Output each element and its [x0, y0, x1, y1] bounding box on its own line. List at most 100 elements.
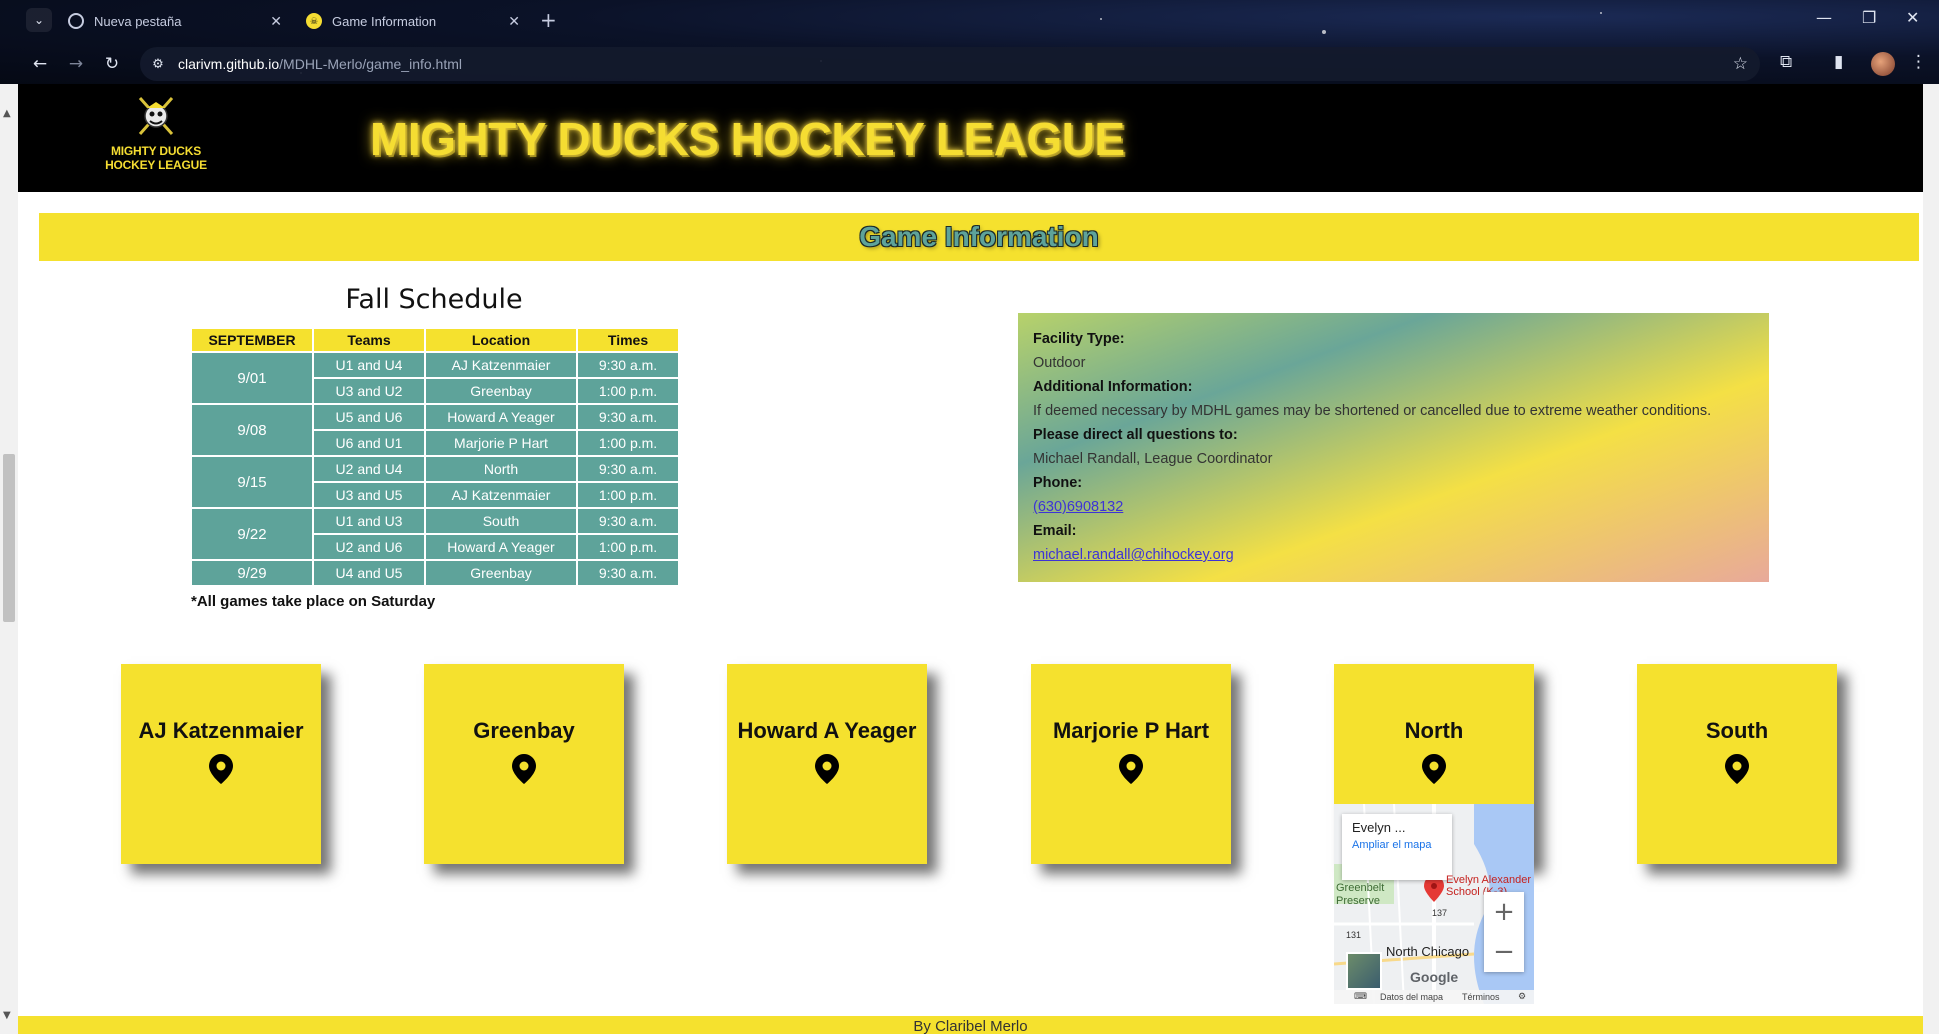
page-title-banner: Game Information — [39, 213, 1919, 261]
back-icon[interactable]: ← — [26, 50, 54, 78]
side-panel-icon[interactable]: ▮ — [1834, 52, 1843, 72]
time-cell: 1:00 p.m. — [576, 533, 680, 561]
profile-avatar[interactable] — [1871, 52, 1895, 76]
map-satellite-toggle[interactable] — [1346, 952, 1382, 990]
table-row: 9/08 U5 and U6 Howard A Yeager 9:30 a.m. — [190, 403, 680, 457]
time-cell: 9:30 a.m. — [576, 455, 680, 483]
location-cell: South — [424, 507, 578, 535]
schedule-title: Fall Schedule — [345, 284, 523, 315]
scroll-down-icon[interactable]: ▼ — [3, 1010, 11, 1021]
location-name: Greenbay — [473, 718, 575, 743]
map-pin-icon[interactable] — [512, 754, 536, 784]
map-city-label: North Chicago — [1386, 944, 1470, 959]
tab-game-information[interactable]: ☠ Game Information ✕ — [296, 6, 528, 36]
teams-cell: U5 and U6 — [312, 403, 426, 431]
restore-icon[interactable]: ❐ — [1862, 8, 1876, 27]
teams-cell: U6 and U1 — [312, 429, 426, 457]
facility-type-value: Outdoor — [1033, 355, 1086, 371]
chrome-icon — [68, 13, 84, 29]
close-icon[interactable]: ✕ — [270, 13, 282, 30]
google-logo: Google — [1410, 969, 1459, 985]
location-cell: AJ Katzenmaier — [424, 351, 578, 379]
location-card-south[interactable]: South — [1637, 664, 1837, 864]
map-popup-title: Evelyn ... — [1352, 820, 1406, 835]
location-card-marjorie-p-hart[interactable]: Marjorie P Hart — [1031, 664, 1231, 864]
table-row: 9/01 U1 and U4 AJ Katzenmaier 9:30 a.m. — [190, 351, 680, 405]
map-settings-icon[interactable]: ⚙ — [1518, 991, 1526, 1002]
date-cell: 9/22 — [190, 507, 314, 561]
scrollbar[interactable]: ▲ ▼ — [0, 84, 18, 1034]
map-pin-icon[interactable] — [209, 754, 233, 784]
email-label: Email: — [1033, 523, 1077, 539]
date-cell: 9/29 — [190, 559, 314, 587]
map-data-link[interactable]: Datos del mapa — [1380, 992, 1443, 1002]
forward-icon[interactable]: → — [62, 50, 90, 78]
zoom-in-button[interactable]: + — [1484, 892, 1524, 932]
phone-link[interactable]: (630)6908132 — [1033, 499, 1123, 515]
email-link[interactable]: michael.randall@chihockey.org — [1033, 547, 1234, 563]
time-cell: 9:30 a.m. — [576, 351, 680, 379]
embedded-map[interactable]: Evelyn ... Ampliar el mapa Evelyn Alexan… — [1334, 804, 1534, 1004]
time-cell: 1:00 p.m. — [576, 429, 680, 457]
reload-icon[interactable]: ↻ — [98, 50, 126, 78]
site-logo[interactable]: MIGHTY DUCKS HOCKEY LEAGUE — [100, 94, 212, 184]
keyboard-icon[interactable]: ⌨ — [1354, 991, 1367, 1002]
extensions-icon[interactable]: ⧉ — [1780, 52, 1792, 72]
location-cell: Greenbay — [424, 377, 578, 405]
minimize-icon[interactable]: — — [1816, 8, 1832, 27]
time-cell: 9:30 a.m. — [576, 507, 680, 535]
location-cell: Howard A Yeager — [424, 533, 578, 561]
map-preserve-label: Greenbelt Preserve — [1336, 882, 1385, 907]
new-tab-button[interactable]: + — [540, 8, 557, 32]
map-route-label: 137 — [1432, 908, 1448, 918]
close-icon[interactable]: ✕ — [508, 13, 520, 30]
map-pin-icon[interactable] — [815, 754, 839, 784]
tab-new-tab[interactable]: Nueva pestaña ✕ — [58, 6, 290, 36]
time-cell: 9:30 a.m. — [576, 559, 680, 587]
teams-cell: U3 and U5 — [312, 481, 426, 509]
site-info-icon[interactable]: ⚙ — [146, 52, 170, 76]
nav-game-information[interactable]: Game Information — [320, 84, 465, 103]
logo-text: HOCKEY LEAGUE — [105, 158, 207, 172]
location-name: North — [1404, 718, 1464, 743]
zoom-out-button[interactable]: − — [1484, 932, 1524, 972]
scrollbar-thumb[interactable] — [3, 454, 15, 622]
column-header: Times — [576, 327, 680, 353]
menu-icon[interactable]: ⋮ — [1910, 52, 1927, 72]
additional-info-value: If deemed necessary by MDHL games may be… — [1033, 403, 1712, 419]
nav-registration-form[interactable]: Registration Form — [471, 84, 613, 103]
location-card-greenbay[interactable]: Greenbay — [424, 664, 624, 864]
url-text[interactable]: clarivm.github.io/MDHL-Merlo/game_info.h… — [178, 56, 462, 72]
bookmark-star-icon[interactable]: ☆ — [1733, 54, 1748, 74]
table-row: 9/15 U2 and U4 North 9:30 a.m. — [190, 455, 680, 509]
date-cell: 9/08 — [190, 403, 314, 457]
site-header: MIGHTY DUCKS HOCKEY LEAGUE MIGHTY DUCKS … — [18, 84, 1923, 192]
time-cell: 9:30 a.m. — [576, 403, 680, 431]
nav-home[interactable]: Home — [18, 84, 65, 103]
location-card-howard-a-yeager[interactable]: Howard A Yeager — [727, 664, 927, 864]
map-pin-icon[interactable] — [1725, 754, 1749, 784]
page-viewport: ▲ ▼ MIGHTY DUCKS HOCKEY LEAGUE MIGHTY DU… — [0, 84, 1939, 1034]
teams-cell: U2 and U4 — [312, 455, 426, 483]
view-larger-map-link[interactable]: Ampliar el mapa — [1352, 839, 1442, 852]
map-pin-icon[interactable] — [1422, 754, 1446, 784]
teams-cell: U1 and U4 — [312, 351, 426, 379]
tab-search-button[interactable]: ⌄ — [26, 8, 52, 32]
tab-title: Game Information — [332, 13, 437, 29]
site-favicon-icon: ☠ — [306, 13, 322, 29]
location-cell: Marjorie P Hart — [424, 429, 578, 457]
teams-cell: U4 and U5 — [312, 559, 426, 587]
column-header: SEPTEMBER — [190, 327, 314, 353]
map-terms-link[interactable]: Términos — [1462, 992, 1500, 1002]
location-name: South — [1705, 718, 1769, 743]
map-pin-icon[interactable] — [1119, 754, 1143, 784]
table-row: 9/29 U4 and U5 Greenbay 9:30 a.m. — [190, 559, 680, 587]
time-cell: 1:00 p.m. — [576, 481, 680, 509]
browser-chrome: ⌄ Nueva pestaña ✕ ☠ Game Information ✕ +… — [0, 0, 1939, 84]
scroll-up-icon[interactable]: ▲ — [3, 108, 11, 119]
location-card-aj-katzenmaier[interactable]: AJ Katzenmaier — [121, 664, 321, 864]
window-close-icon[interactable]: ✕ — [1906, 8, 1919, 27]
site-footer: By Claribel Merlo — [18, 1016, 1923, 1034]
main-nav: Home About Contact Rules & Policies Game… — [18, 84, 1923, 103]
address-bar[interactable]: ⚙ clarivm.github.io/MDHL-Merlo/game_info… — [140, 47, 1760, 81]
